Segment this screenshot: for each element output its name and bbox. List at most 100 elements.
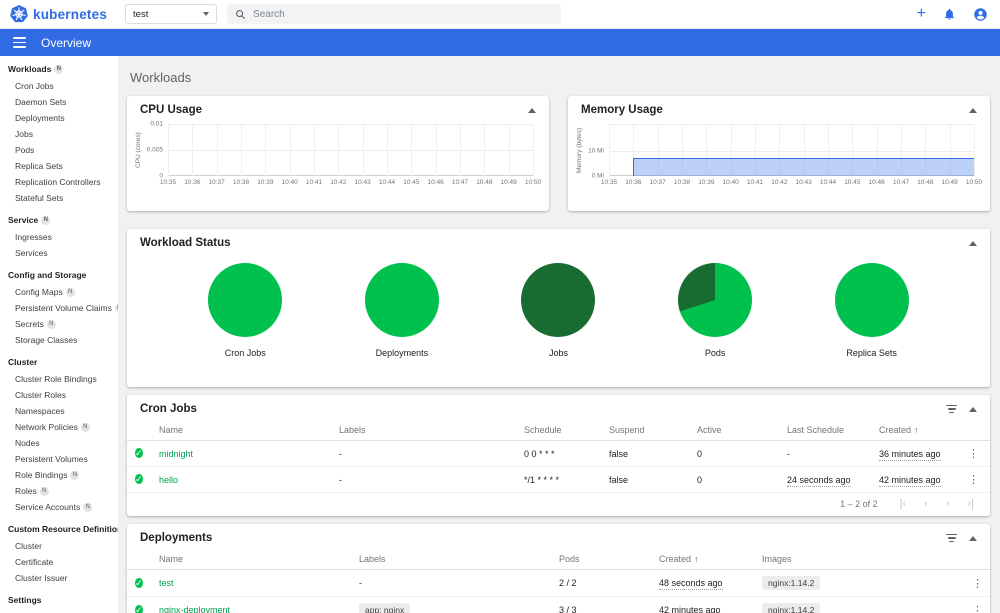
row-menu-kebab-icon[interactable]: ⋮ [968,474,979,486]
sidebar-group-service-header[interactable]: Service N [0,211,118,229]
sidebar-item-deployments[interactable]: Deployments [0,110,118,126]
x-tick-label: 10:49 [500,179,517,186]
sidebar-group-custom-resource-definitions: Custom Resource Definitions Cluster Certif… [0,520,118,586]
row-menu-kebab-icon[interactable]: ⋮ [968,448,979,460]
sidebar-item-service-accounts[interactable]: Service Accounts N [0,499,118,515]
sidebar-item-services[interactable]: Services [0,245,118,261]
x-tick-label: 10:46 [868,179,885,186]
last_schedule-cell: 24 seconds ago [779,466,871,493]
sidebar-group-config-and-storage-header[interactable]: Config and Storage [0,266,118,284]
sidebar-item-roles[interactable]: Roles N [0,483,118,499]
sidebar-item-ingresses[interactable]: Ingresses [0,229,118,245]
sidebar-item-label: Persistent Volume Claims [15,303,112,313]
sidebar-group-cluster-header[interactable]: Cluster [0,353,118,371]
y-tick-label: 10 Mi [588,147,604,155]
collapse-chevron-icon[interactable] [969,406,977,412]
namespaced-badge: N [46,319,56,329]
resource-link[interactable]: midnight [159,449,193,459]
pagination-range: 1 – 2 of 2 [840,499,878,509]
sidebar-item-network-policies[interactable]: Network Policies N [0,419,118,435]
workload-status-item-pods: Pods [678,263,753,358]
sidebar-item-replication-controllers[interactable]: Replication Controllers [0,174,118,190]
namespaced-badge: N [41,215,51,225]
pie-chart-pods [678,263,753,337]
row-menu-kebab-icon[interactable]: ⋮ [972,605,983,613]
sidebar-item-label: Pods [15,145,35,155]
sidebar-item-nodes[interactable]: Nodes [0,435,118,451]
sidebar-item-pods[interactable]: Pods [0,142,118,158]
x-tick-label: 10:37 [649,179,666,186]
sidebar-item-cluster[interactable]: Cluster [0,538,118,554]
filter-icon[interactable] [946,404,957,414]
x-tick-label: 10:47 [451,179,469,186]
sidebar-item-storage-classes[interactable]: Storage Classes [0,332,118,348]
cron-jobs-title: Cron Jobs [140,403,197,415]
relative-time: 42 minutes ago [659,605,721,613]
sort-ascending-icon[interactable]: ↑ [694,554,699,564]
namespace-select[interactable]: test [125,4,218,24]
sidebar-item-label: Service Accounts [15,502,81,512]
first-page-icon[interactable]: |‹ [900,498,907,510]
cron-jobs-card: Cron Jobs Name Labels Schedule Suspend Activ… [127,395,990,516]
created-cell: 36 minutes ago [871,440,960,467]
col-header-icon [127,548,151,570]
last-page-icon[interactable]: ›| [967,498,974,510]
sidebar-item-label: Replication Controllers [15,177,101,187]
workload-status-item-cron-jobs: Cron Jobs [208,263,283,358]
search-input[interactable] [253,8,554,20]
sidebar-group-workloads-header[interactable]: Workloads N [0,60,118,78]
filter-icon[interactable] [946,533,957,543]
cpu-x-ticks: 10:35 10:36 10:37 10:38 10:39 10:40 10:41 10:42… [160,179,541,191]
sidebar-item-persistent-volume-claims[interactable]: Persistent Volume ClaimsN [0,300,118,316]
app-bar: Overview [0,29,1000,56]
pods-cell: 2 / 2 [551,569,651,597]
sidebar-item-cluster-role-bindings[interactable]: Cluster Role Bindings [0,371,118,387]
prev-page-icon[interactable]: ‹ [924,498,928,510]
sidebar-item-persistent-volumes[interactable]: Persistent Volumes [0,451,118,467]
row-menu-kebab-icon[interactable]: ⋮ [972,578,983,590]
sidebar-item-config-maps[interactable]: Config Maps N [0,284,118,300]
collapse-chevron-icon[interactable] [969,107,977,113]
notifications-bell-icon[interactable] [943,8,956,21]
resource-link[interactable]: nginx-deployment [159,605,230,613]
create-resource-plus-icon[interactable]: + [917,6,926,22]
cpu-chart-plot [168,124,534,176]
resource-link[interactable]: test [159,578,174,588]
x-tick-label: 10:39 [257,179,274,186]
sidebar-item-about[interactable]: About [0,609,118,613]
sidebar-group-custom-resource-definitions-header[interactable]: Custom Resource Definitions [0,520,118,538]
sidebar-item-secrets[interactable]: Secrets N [0,316,118,332]
x-tick-label: 10:40 [281,179,298,186]
sidebar-item-label: Cluster Roles [15,390,67,400]
sidebar-item-cron-jobs[interactable]: Cron Jobs [0,78,118,94]
sidebar-item-role-bindings[interactable]: Role Bindings N [0,467,118,483]
resource-link[interactable]: hello [159,475,178,485]
collapse-chevron-icon[interactable] [969,240,977,246]
namespaced-badge: N [80,422,90,432]
sidebar-item-cluster-issuer[interactable]: Cluster Issuer [0,570,118,586]
memory-y-axis-label: Memory (bytes) [576,127,583,173]
suspend-cell: false [601,440,689,467]
sort-ascending-icon[interactable]: ↑ [914,425,919,435]
sidebar-item-replica-sets[interactable]: Replica Sets [0,158,118,174]
sidebar-item-label: Cluster Issuer [15,573,68,583]
account-user-icon[interactable] [973,7,988,22]
kubernetes-logo[interactable]: kubernetes [10,5,107,23]
search-bar[interactable] [227,4,562,24]
collapse-chevron-icon[interactable] [528,107,536,113]
collapse-chevron-icon[interactable] [969,535,977,541]
sidebar-item-cluster-roles[interactable]: Cluster Roles [0,387,118,403]
pie-chart-cron-jobs [208,263,283,337]
chevron-down-icon [203,12,210,16]
sidebar-item-daemon-sets[interactable]: Daemon Sets [0,94,118,110]
menu-hamburger-icon[interactable] [13,37,26,48]
sidebar-item-settings[interactable]: Settings [0,591,118,609]
sidebar-item-jobs[interactable]: Jobs [0,126,118,142]
sidebar-item-stateful-sets[interactable]: Stateful Sets [0,190,118,206]
sidebar-item-namespaces[interactable]: Namespaces [0,403,118,419]
deployments-title: Deployments [140,532,213,544]
name-cell: hello [151,466,331,493]
x-tick-label: 10:36 [625,179,642,186]
next-page-icon[interactable]: › [946,498,950,510]
sidebar-item-certificate[interactable]: Certificate [0,554,118,570]
